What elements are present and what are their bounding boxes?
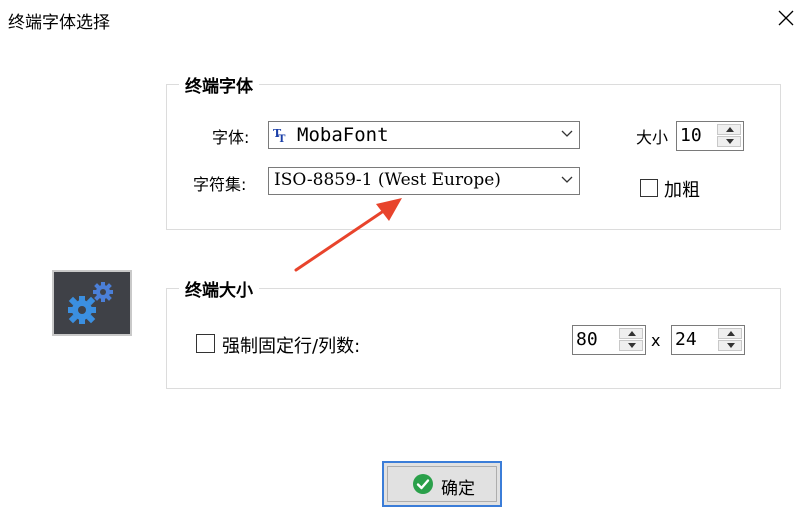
size-spinner[interactable]: 10 [676, 121, 744, 151]
ok-button[interactable]: 确定 [382, 461, 502, 507]
charset-label: 字符集: [193, 175, 247, 194]
fixed-size-label: 强制固定行/列数: [222, 336, 361, 357]
window-title: 终端字体选择 [8, 13, 110, 33]
size-label: 大小 [636, 128, 669, 147]
arrow-down-icon [726, 139, 734, 144]
font-group [166, 84, 781, 230]
font-label: 字体: [212, 128, 250, 147]
size-group-legend: 终端大小 [179, 276, 259, 301]
cols-spinner[interactable]: 80 [572, 325, 646, 355]
ok-button-label: 确定 [441, 479, 475, 499]
fixed-size-checkbox[interactable] [196, 334, 215, 353]
rows-down-button[interactable] [718, 340, 742, 351]
cols-up-button[interactable] [619, 328, 643, 339]
arrow-up-icon [726, 127, 734, 132]
arrow-down-icon [628, 343, 636, 348]
rows-value: 24 [675, 329, 697, 350]
size-down-button[interactable] [717, 136, 741, 147]
close-icon [778, 10, 794, 26]
font-select[interactable]: T T MobaFont [268, 121, 580, 149]
truetype-font-icon: T T [273, 127, 286, 143]
title-bar: 终端字体选择 [0, 0, 806, 38]
annotation-arrow [294, 198, 402, 272]
size-value: 10 [680, 125, 702, 146]
charset-select-value: ISO-8859-1 (West Europe) [274, 170, 501, 190]
rows-up-button[interactable] [718, 328, 742, 339]
font-group-legend: 终端字体 [179, 72, 259, 97]
font-select-value: MobaFont [297, 124, 389, 146]
arrow-down-icon [727, 343, 735, 348]
arrow-up-icon [727, 331, 735, 336]
chevron-down-icon [561, 176, 573, 183]
size-up-button[interactable] [717, 124, 741, 135]
arrow-up-icon [628, 331, 636, 336]
bold-checkbox[interactable] [640, 179, 658, 197]
chevron-down-icon [561, 130, 573, 137]
close-button[interactable] [770, 4, 802, 32]
gears-icon [52, 270, 132, 336]
svg-text:T: T [278, 134, 286, 143]
cols-down-button[interactable] [619, 340, 643, 351]
bold-label: 加粗 [664, 180, 700, 201]
check-circle-icon [413, 474, 433, 494]
cols-value: 80 [576, 329, 598, 350]
rows-spinner[interactable]: 24 [671, 325, 745, 355]
size-separator: x [651, 331, 661, 350]
